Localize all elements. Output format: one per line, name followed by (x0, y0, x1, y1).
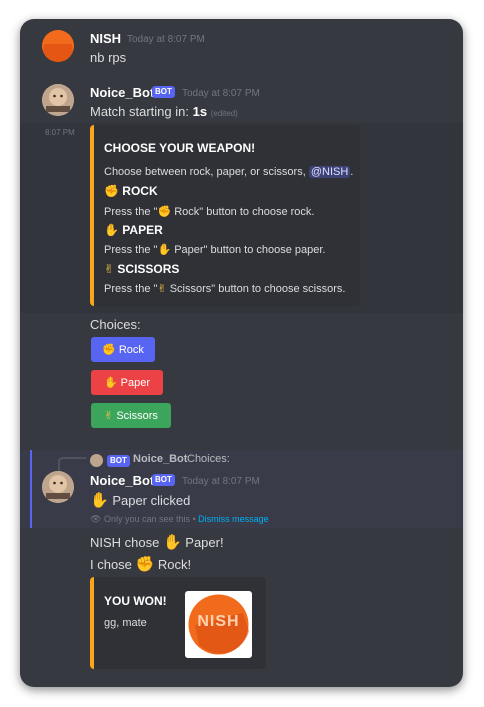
scissors-field-label: SCISSORS (117, 262, 180, 276)
rock-field-title: ✊ ROCK (104, 184, 158, 198)
paper-field-title: ✋ PAPER (104, 223, 163, 237)
paper-text-pre: Press the " (104, 244, 158, 256)
clicked-text: Paper clicked (112, 493, 191, 508)
scissors-text-label: Scissors" button to choose scissors. (166, 283, 346, 295)
side-timestamp: 8:07 PM (45, 128, 75, 137)
avatar-noice-bot[interactable] (42, 84, 74, 116)
reply-text[interactable]: Choices: (187, 453, 230, 465)
paper-field-text: Press the "✋ Paper" button to choose pap… (104, 243, 326, 256)
hand-icon: ✋ (104, 223, 119, 237)
ephemeral-indicator-bar (30, 450, 32, 528)
thumbnail-logo-text: NISH (197, 613, 240, 630)
chat-window: NISH Today at 8:07 PM nb rps Noice_Bot B… (20, 19, 463, 687)
message-text: ✋ Paper clicked (90, 491, 190, 509)
user-mention[interactable]: @NISH (308, 166, 351, 178)
countdown-value: 1s (192, 104, 208, 119)
hand-icon: ✋ (162, 533, 182, 551)
edited-label: (edited) (210, 109, 238, 118)
result-embed: YOU WON! gg, mate NISH (90, 577, 266, 669)
message-text: NISH chose ✋ Paper! (90, 533, 224, 551)
paper-text-label: Paper" button to choose paper. (171, 244, 326, 256)
rock-field-label: ROCK (122, 184, 158, 198)
message-text: I chose ✊ Rock! (90, 555, 191, 573)
message-text: nb rps (90, 50, 127, 65)
scissors-button[interactable]: ✌ Scissors (91, 403, 171, 428)
avatar-noice-bot[interactable] (42, 471, 74, 503)
bot-face-icon (42, 84, 74, 116)
rock-field-text: Press the "✊ Rock" button to choose rock… (104, 205, 314, 218)
author-name[interactable]: Noice_Bot (90, 473, 154, 488)
fist-icon: ✊ (157, 205, 172, 218)
choices-label: Choices: (90, 317, 141, 332)
nish-chose-text: NISH chose (90, 535, 163, 550)
victory-hand-icon: ✌ (104, 409, 114, 422)
timestamp: Today at 8:07 PM (182, 476, 260, 487)
avatar-nish[interactable] (42, 30, 74, 62)
hand-icon: ✋ (103, 376, 118, 389)
bot-tag: BOT (152, 86, 175, 98)
dismiss-message-link[interactable]: Dismiss message (198, 514, 269, 524)
embed-description-end: . (350, 166, 354, 178)
hand-icon: ✋ (157, 243, 172, 256)
scissors-field-title: ✌ SCISSORS (104, 262, 179, 276)
embed-title: CHOOSE YOUR WEAPON! (104, 141, 256, 155)
ephemeral-notice: 👁 Only you can see this • Dismiss messag… (90, 514, 269, 525)
message-text: Match starting in: 1s (edited) (90, 104, 238, 119)
message-text-prefix: Match starting in: (90, 104, 193, 119)
bot-chose-text: I chose (90, 557, 136, 572)
eye-icon: 👁 (90, 514, 102, 524)
rock-button[interactable]: ✊ Rock (91, 337, 155, 362)
reply-author[interactable]: Noice_Bot (133, 453, 187, 465)
paper-button[interactable]: ✋ Paper (91, 370, 163, 395)
hand-icon: ✋ (90, 491, 109, 509)
author-name[interactable]: Noice_Bot (90, 85, 154, 100)
embed-description: Choose between rock, paper, or scissors,… (104, 166, 353, 178)
scissors-text-pre: Press the " (104, 283, 158, 295)
rock-button-label: Rock (118, 343, 144, 356)
fist-icon: ✊ (135, 555, 155, 573)
embed-title: YOU WON! (104, 594, 167, 608)
timestamp: Today at 8:07 PM (182, 88, 260, 99)
embed-description: gg, mate (104, 617, 147, 629)
rock-text-pre: Press the " (104, 206, 158, 218)
bot-tag: BOT (152, 474, 175, 486)
timestamp: Today at 8:07 PM (127, 34, 205, 45)
scissors-button-label: Scissors (116, 409, 158, 422)
embed-thumbnail[interactable]: NISH (185, 591, 252, 658)
scissors-field-text: Press the "✌ Scissors" button to choose … (104, 282, 345, 295)
nish-chose-value: Paper! (181, 535, 224, 550)
bot-chose-value: Rock! (154, 557, 192, 572)
ephemeral-note: Only you can see this (103, 514, 190, 524)
fist-icon: ✊ (102, 343, 116, 356)
embed-description-text: Choose between rock, paper, or scissors, (104, 166, 309, 178)
paper-field-label: PAPER (122, 223, 163, 237)
paper-button-label: Paper (120, 376, 151, 389)
reply-spine-icon (58, 457, 86, 471)
reply-avatar (90, 454, 103, 467)
reply-bot-tag: BOT (107, 455, 130, 467)
victory-hand-icon: ✌ (104, 262, 115, 276)
rock-text-label: Rock" button to choose rock. (171, 206, 315, 218)
bot-face-icon (42, 471, 74, 503)
weapon-embed: CHOOSE YOUR WEAPON! Choose between rock,… (90, 125, 360, 306)
fist-icon: ✊ (104, 184, 119, 198)
author-name[interactable]: NISH (90, 31, 121, 46)
nish-logo-icon (42, 30, 74, 62)
victory-hand-icon: ✌ (157, 282, 167, 295)
ephemeral-separator: • (190, 514, 199, 524)
